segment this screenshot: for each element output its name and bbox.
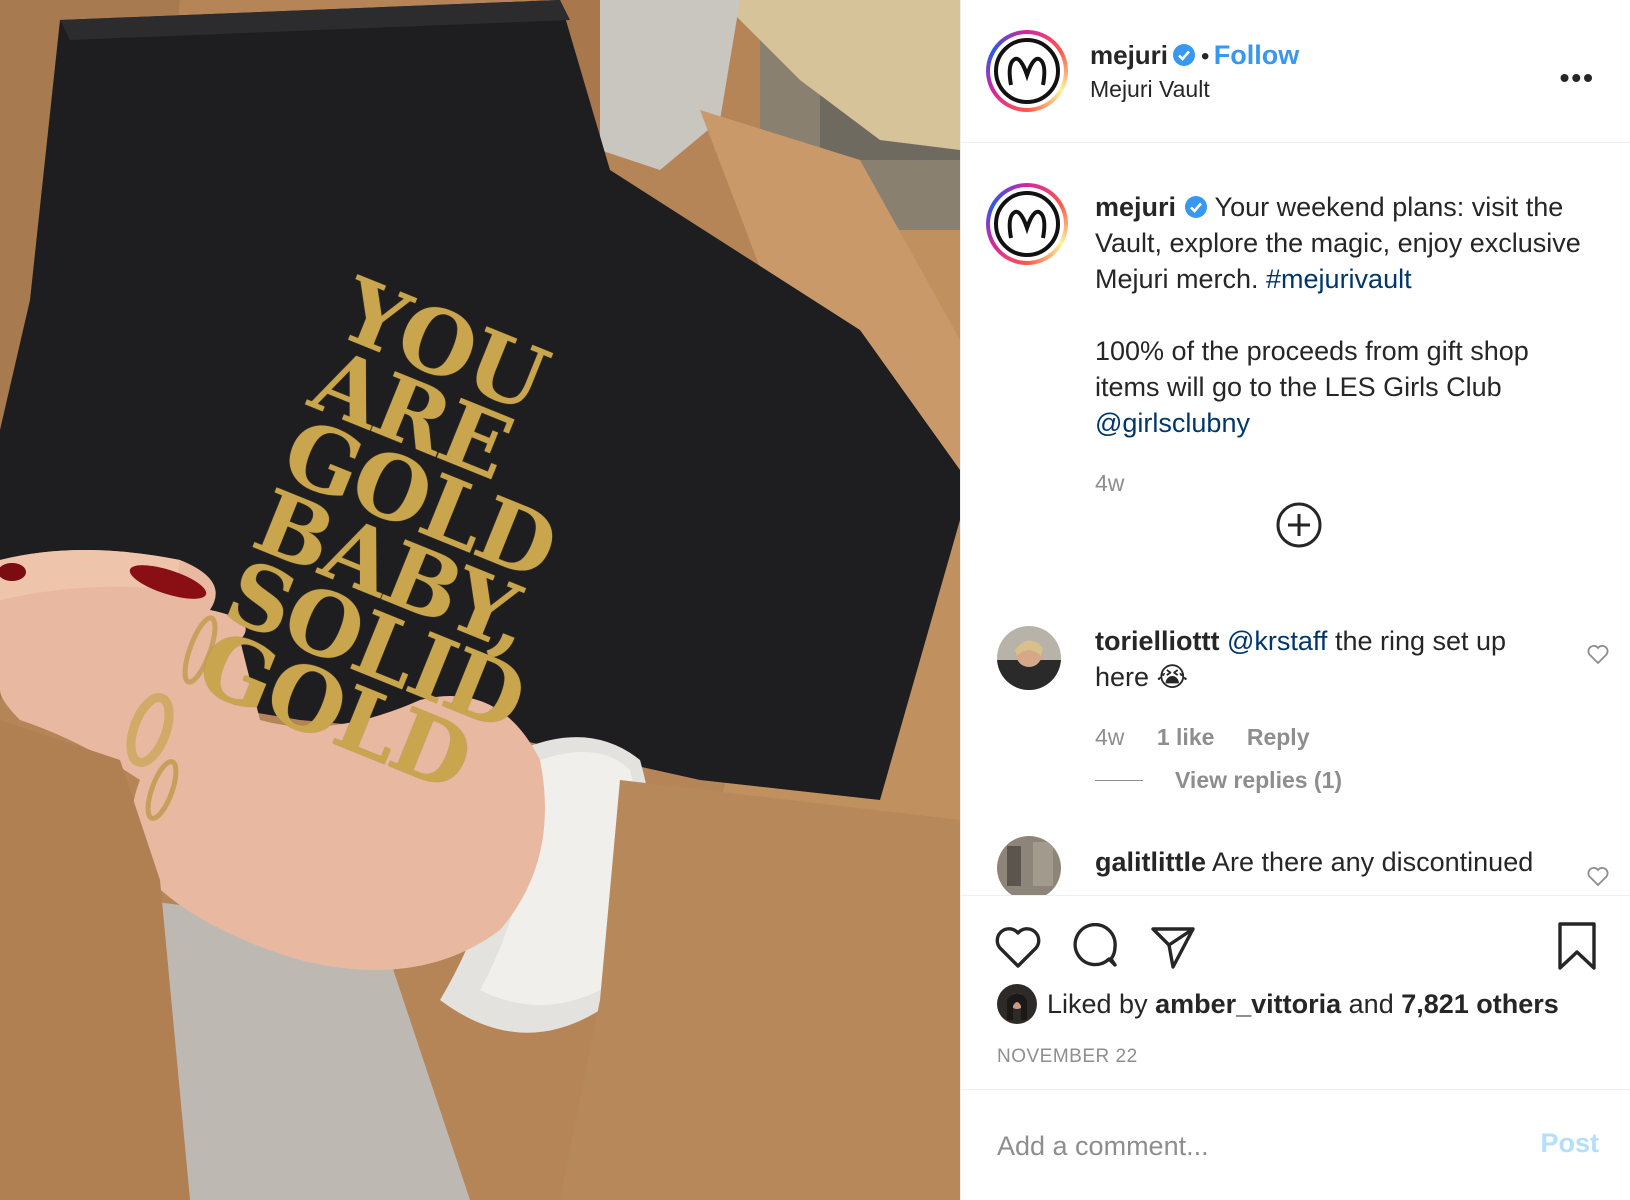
replies-divider: [1095, 780, 1143, 781]
caption-time[interactable]: 4w: [1095, 470, 1124, 497]
comment-username[interactable]: galitlittle: [1095, 847, 1206, 877]
mention-link[interactable]: @girlsclubny: [1095, 408, 1250, 438]
bookmark-icon[interactable]: [1556, 920, 1598, 972]
follow-button[interactable]: Follow: [1214, 40, 1299, 70]
heart-icon[interactable]: [993, 924, 1043, 970]
comment-like-heart-icon[interactable]: [1586, 865, 1610, 887]
plus-circle-icon[interactable]: [1275, 501, 1323, 549]
post-header: mejuri • Follow Mejuri Vault •••: [961, 0, 1630, 143]
comment-mention-link[interactable]: @krstaff: [1227, 626, 1327, 656]
caption-username[interactable]: mejuri: [1095, 192, 1176, 222]
paper-plane-icon[interactable]: [1149, 923, 1197, 971]
instagram-post: YOU ARE GOLD BABY, SOLID GOLD mejuri • F…: [0, 0, 1630, 1200]
comment-text: galitlittle Are there any discontinued: [1095, 844, 1575, 880]
commenter-avatar[interactable]: [997, 836, 1061, 895]
header-username[interactable]: mejuri: [1090, 40, 1168, 70]
mejuri-logo-icon: [994, 38, 1060, 104]
comments-section[interactable]: mejuri Your weekend plans: visit the Vau…: [961, 143, 1630, 895]
verified-badge-icon: [1184, 196, 1207, 218]
profile-avatar[interactable]: [986, 30, 1068, 112]
likes-summary: Liked by amber_vittoria and 7,821 others: [1047, 989, 1559, 1020]
caption-avatar[interactable]: [986, 183, 1068, 265]
post-sidebar: mejuri • Follow Mejuri Vault ••• mejuri …: [960, 0, 1630, 1200]
post-actions: Liked by amber_vittoria and 7,821 others…: [961, 895, 1630, 1090]
comment-time[interactable]: 4w: [1095, 724, 1124, 750]
post-comment-button[interactable]: Post: [1540, 1128, 1599, 1159]
mejuri-logo-icon: [994, 191, 1060, 257]
caption: mejuri Your weekend plans: visit the Vau…: [1095, 189, 1595, 441]
comment-icon[interactable]: [1071, 923, 1119, 971]
comment-likes[interactable]: 1 like: [1157, 724, 1215, 750]
post-photo[interactable]: YOU ARE GOLD BABY, SOLID GOLD: [0, 0, 960, 1200]
post-date[interactable]: NOVEMBER 22: [997, 1046, 1138, 1068]
liker-username[interactable]: amber_vittoria: [1155, 989, 1341, 1019]
comment-like-heart-icon[interactable]: [1586, 643, 1610, 665]
verified-badge-icon: [1173, 44, 1196, 66]
liker-avatar[interactable]: [997, 984, 1037, 1024]
likes-middle: and: [1341, 989, 1402, 1019]
separator-dot: •: [1200, 43, 1210, 70]
comment-input[interactable]: [997, 1126, 1497, 1166]
add-comment-bar: Post: [961, 1089, 1630, 1200]
comment-text: torielliottt @krstaff the ring set up he…: [1095, 623, 1525, 695]
reply-button[interactable]: Reply: [1247, 724, 1310, 750]
view-replies-button[interactable]: View replies (1): [1175, 767, 1342, 794]
comment-username[interactable]: torielliottt: [1095, 626, 1219, 656]
location-link[interactable]: Mejuri Vault: [1090, 76, 1210, 103]
comment-meta: 4w 1 like Reply: [1095, 724, 1310, 751]
hashtag-link[interactable]: #mejurivault: [1266, 264, 1412, 294]
more-options-icon[interactable]: •••: [1560, 62, 1595, 94]
caption-text-2: 100% of the proceeds from gift shop item…: [1095, 336, 1529, 402]
comment-body: Are there any discontinued: [1206, 847, 1534, 877]
commenter-avatar[interactable]: [997, 626, 1061, 690]
likes-count[interactable]: 7,821 others: [1401, 989, 1559, 1019]
likes-prefix: Liked by: [1047, 989, 1156, 1019]
